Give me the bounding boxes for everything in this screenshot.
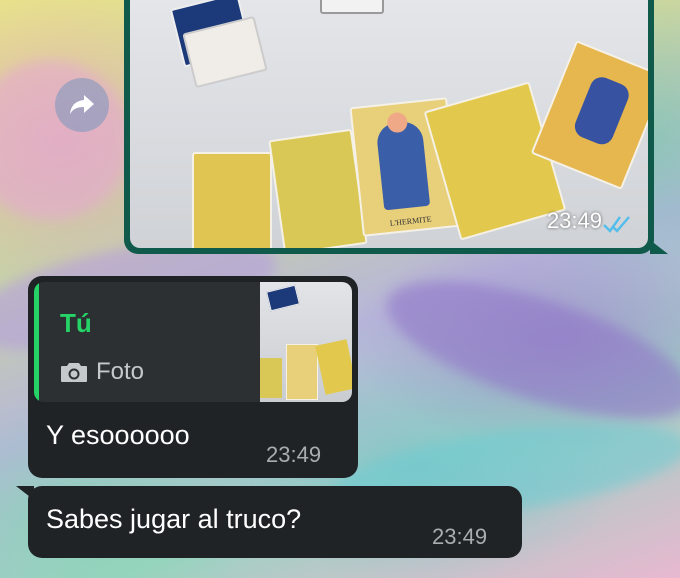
- reply-message-time: 23:49: [266, 442, 322, 467]
- text-message-bubble[interactable]: Sabes jugar al truco? 23:49: [16, 486, 522, 558]
- double-check-icon: [603, 216, 630, 233]
- forward-button[interactable]: [55, 78, 109, 132]
- forward-arrow-icon: [70, 95, 94, 114]
- quoted-type-label: Foto: [96, 358, 145, 385]
- tarot-cards-photo[interactable]: L'HERMITE 23:49: [130, 0, 648, 248]
- quoted-type: Foto: [60, 358, 144, 386]
- wallpaper-swirl: [372, 253, 680, 447]
- reply-message-text: Y esoooooo: [46, 420, 190, 450]
- quoted-author: Tú: [60, 308, 92, 338]
- quote-accent-bar: [34, 282, 39, 402]
- reply-message-bubble[interactable]: Tú Foto Y esoooooo 23:49: [28, 276, 358, 478]
- text-message-time: 23:49: [432, 524, 488, 549]
- photo-time: 23:49: [546, 208, 602, 233]
- card-box: [320, 0, 384, 14]
- tarot-card-label: L'HERMITE: [389, 214, 432, 228]
- camera-icon: [61, 363, 87, 382]
- photo-message-bubble[interactable]: L'HERMITE 23:49: [124, 0, 668, 254]
- tarot-card-coins: [192, 152, 272, 248]
- quoted-photo-thumbnail: [260, 282, 352, 402]
- text-message-text: Sabes jugar al truco?: [46, 504, 302, 534]
- quoted-message[interactable]: Tú Foto: [34, 282, 352, 402]
